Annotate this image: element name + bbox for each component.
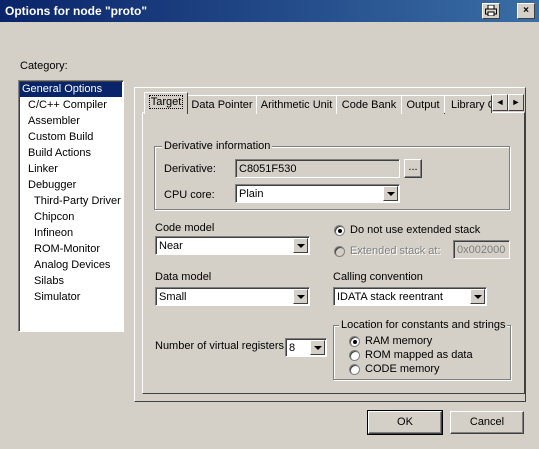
category-item-chipcon[interactable]: Chipcon [32,210,76,225]
chevron-down-icon[interactable] [383,186,398,201]
derivative-browse-button[interactable]: ... [404,159,422,178]
cpu-core-select[interactable]: Plain [235,184,400,203]
category-item-simulator[interactable]: Simulator [32,290,82,305]
cpu-core-label: CPU core: [164,189,215,201]
tab-code-bank[interactable]: Code Bank [336,95,402,114]
window-title: Options for node "proto" [5,4,148,18]
chevron-down-icon[interactable] [310,340,325,355]
calling-convention-value: IDATA stack reentrant [337,291,443,303]
no-extended-stack-radio[interactable] [334,225,345,236]
data-model-label: Data model [155,271,212,283]
tab-library-c[interactable]: Library C [444,95,492,113]
tab-target-label: Target [148,95,184,109]
category-item-linker[interactable]: Linker [26,162,60,177]
category-item-debugger[interactable]: Debugger [26,178,78,193]
close-button[interactable]: × [517,3,535,19]
virtual-registers-label: Number of virtual registers: [155,340,288,352]
rom-mapped-label: ROM mapped as data [365,349,473,361]
category-item-third-party-driver[interactable]: Third-Party Driver [32,194,123,209]
code-model-select[interactable]: Near [155,236,310,255]
chevron-down-icon[interactable] [293,238,308,253]
derivative-label: Derivative: [164,163,216,175]
virtual-registers-value: 8 [289,342,296,354]
category-item-analog-devices[interactable]: Analog Devices [32,258,112,273]
cancel-button[interactable]: Cancel [450,411,524,434]
extended-stack-label: Extended stack at: [350,245,441,257]
chevron-down-icon[interactable] [470,289,485,304]
category-item-assembler[interactable]: Assembler [26,114,82,129]
arrow-left-icon: ◄ [495,97,505,107]
tab-target[interactable]: Target [144,92,188,114]
tab-scroll-right-button[interactable]: ► [508,94,524,111]
ram-memory-label: RAM memory [365,335,433,347]
category-item-custom-build[interactable]: Custom Build [26,130,95,145]
rom-mapped-radio[interactable] [349,350,360,361]
category-item-cpp-compiler[interactable]: C/C++ Compiler [26,98,109,113]
close-icon: × [523,5,529,16]
category-item-general-options[interactable]: General Options [20,82,122,97]
tab-arithmetic-unit[interactable]: Arithmetic Unit [256,95,337,114]
ok-button[interactable]: OK [368,411,442,434]
code-memory-radio[interactable] [349,364,360,375]
no-extended-stack-label: Do not use extended stack [350,224,481,236]
tab-scroll-left-button[interactable]: ◄ [492,94,508,111]
tab-data-pointer[interactable]: Data Pointer [187,95,257,114]
category-label: Category: [20,60,68,72]
data-model-value: Small [159,291,187,303]
calling-convention-select[interactable]: IDATA stack reentrant [333,287,487,306]
extended-stack-address-field[interactable]: 0x002000 [453,240,510,259]
code-memory-label: CODE memory [365,363,440,375]
virtual-registers-select[interactable]: 8 [285,338,327,357]
category-list[interactable]: General Options C/C++ Compiler Assembler… [18,80,124,332]
title-bar[interactable]: Options for node "proto" × [0,0,539,22]
cpu-core-value: Plain [239,188,264,200]
code-model-label: Code model [155,222,215,234]
location-group-label: Location for constants and strings [339,319,508,331]
code-model-value: Near [159,240,183,252]
calling-convention-label: Calling convention [333,271,423,283]
derivative-field[interactable]: C8051F530 [235,159,400,178]
category-item-silabs[interactable]: Silabs [32,274,66,289]
category-item-build-actions[interactable]: Build Actions [26,146,93,161]
derivative-group-label: Derivative information [162,140,273,152]
tab-output[interactable]: Output [401,95,445,114]
arrow-right-icon: ► [511,97,521,107]
chevron-down-icon[interactable] [293,289,308,304]
category-item-rom-monitor[interactable]: ROM-Monitor [32,242,102,257]
printer-icon[interactable] [482,3,500,19]
data-model-select[interactable]: Small [155,287,310,306]
ram-memory-radio[interactable] [349,336,360,347]
extended-stack-radio[interactable] [334,246,345,257]
category-item-infineon[interactable]: Infineon [32,226,75,241]
